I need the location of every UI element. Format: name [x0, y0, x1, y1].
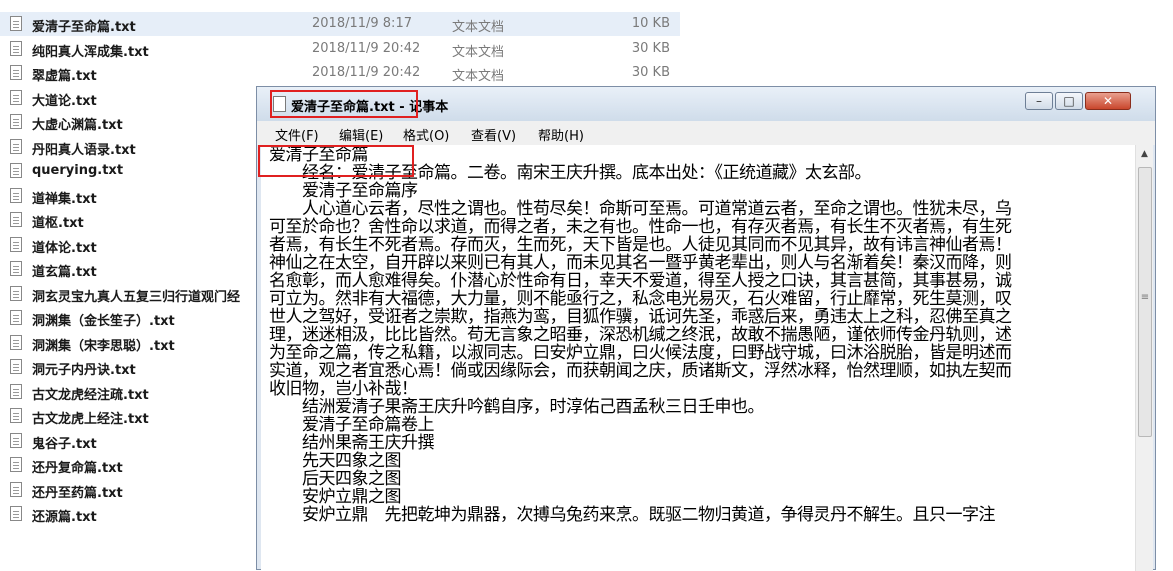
text-line: 人心道心云者，尽性之谓也。性苟尽矣！命斯可至焉。可道常道云者，至命之谓也。性犹未…: [269, 199, 1012, 219]
menu-edit[interactable]: 编辑(E): [339, 125, 383, 144]
scroll-thumb[interactable]: ≡: [1138, 167, 1152, 437]
file-row[interactable]: 翠虚篇.txt 2018/11/9 20:42 文本文档 30 KB: [0, 61, 680, 85]
text-line: 为至命之篇，传之私籍，以淑同志。曰安炉立鼎，曰火候法度，曰野战守城，曰沐浴脱胎，…: [269, 343, 1012, 363]
text-file-icon: [10, 212, 22, 227]
grip-icon: ≡: [1140, 292, 1150, 303]
text-file-icon: [10, 432, 22, 448]
file-name: 纯阳真人浑成集.txt: [32, 44, 149, 60]
file-name: 鬼谷子.txt: [32, 436, 97, 452]
scroll-up-arrow-icon[interactable]: ▲: [1136, 149, 1153, 159]
text-line: 安炉立鼎 先把乾坤为鼎器，次搏乌兔药来烹。既驱二物归黄道，争得灵丹不解生。且只一…: [269, 505, 996, 525]
file-name: 洞元子内丹诀.txt: [32, 363, 136, 378]
file-name: 洞渊集（金长笙子）.txt: [32, 314, 175, 329]
file-name: 还源篇.txt: [32, 510, 97, 525]
file-name: 道枢.txt: [32, 216, 84, 231]
text-file-icon: [10, 310, 22, 325]
file-name: 古文龙虎经注疏.txt: [32, 387, 149, 403]
text-line: 者焉，有长生不死者焉。存而灭，生而死，天下皆是也。人徒见其同而不见其异，故有讳言…: [269, 235, 1012, 255]
text-line: 名愈彰，而人愈难得矣。仆潜心於性命有日，幸天不爱道，得至人授之口诀，其言甚简，其…: [269, 271, 1012, 291]
file-name: 洞渊集（宋李思聪）.txt: [32, 338, 175, 354]
text-line: 实道，观之者宜悉心焉！倘或因缘际会，而获朝闻之庆，质诸斯文，浮然冰释，怡然理顺，…: [269, 361, 1012, 381]
file-type: 文本文档: [452, 20, 505, 35]
text-file-icon: [10, 408, 22, 423]
file-name: 道体论.txt: [32, 240, 97, 256]
text-line: 经名：爱清子至命篇。二卷。南宋王庆升撰。底本出处：《正统道藏》太玄部。: [269, 163, 872, 183]
window-title: 爱清子至命篇.txt - 记事本: [291, 100, 449, 115]
text-file-icon: [10, 163, 22, 178]
file-type: 文本文档: [452, 44, 505, 60]
text-file-icon: [10, 89, 22, 105]
file-name: 道玄篇.txt: [32, 265, 97, 280]
text-file-icon: [10, 359, 22, 374]
text-line: 结州果斋王庆升撰: [269, 433, 435, 453]
title-bar[interactable]: 爱清子至命篇.txt - 记事本 – □ ✕: [257, 87, 1155, 121]
text-file-icon: [10, 285, 22, 301]
menu-help[interactable]: 帮助(H): [538, 125, 584, 144]
text-file-icon: [10, 457, 22, 472]
menu-file[interactable]: 文件(F): [275, 125, 319, 144]
text-line: 理，迷迷相汲，比比皆然。苟无言象之昭垂，深恐机缄之终泯，故敢不揣愚陋，谨依师传金…: [269, 325, 1012, 345]
file-name: 爱清子至命篇.txt: [32, 20, 136, 35]
maximize-button[interactable]: □: [1055, 92, 1083, 110]
menu-view[interactable]: 查看(V): [471, 125, 516, 144]
text-file-icon: [10, 65, 22, 80]
file-name: querying.txt: [32, 163, 124, 178]
file-name: 丹阳真人语录.txt: [32, 142, 136, 158]
file-name: 古文龙虎上经注.txt: [32, 412, 149, 427]
file-row[interactable]: 爱清子至命篇.txt 2018/11/9 8:17 文本文档 10 KB: [0, 12, 680, 36]
text-file-icon: [10, 138, 22, 154]
minimize-button[interactable]: –: [1025, 92, 1053, 110]
file-type: 文本文档: [452, 69, 505, 84]
text-line: 安炉立鼎之图: [269, 487, 402, 507]
text-file-icon: [10, 334, 22, 350]
file-name: 大道论.txt: [32, 93, 97, 109]
text-file-icon: [10, 40, 22, 56]
text-file-icon: [10, 506, 22, 521]
text-line: 先天四象之图: [269, 451, 402, 471]
file-row[interactable]: 纯阳真人浑成集.txt 2018/11/9 20:42 文本文档 30 KB: [0, 37, 680, 61]
close-button[interactable]: ✕: [1085, 92, 1131, 110]
file-size: 30 KB: [631, 40, 670, 56]
text-line: 结洲爱清子果斋王庆升吟鹤自序，时淳佑己酉孟秋三日壬申也。: [269, 397, 765, 417]
notepad-window[interactable]: 爱清子至命篇.txt - 记事本 – □ ✕ 文件(F) 编辑(E) 格式(O)…: [256, 86, 1156, 571]
file-size: 10 KB: [631, 16, 670, 31]
file-name: 大虚心渊篇.txt: [32, 118, 123, 133]
file-name: 翠虚篇.txt: [32, 69, 97, 84]
text-line: 收旧物，岂小补哉！: [269, 379, 418, 399]
text-editor[interactable]: 爱清子至命篇 经名：爱清子至命篇。二卷。南宋王庆升撰。底本出处：《正统道藏》太玄…: [261, 145, 1135, 571]
file-name: 道禅集.txt: [32, 191, 97, 207]
menu-bar: 文件(F) 编辑(E) 格式(O) 查看(V) 帮助(H): [257, 121, 1155, 145]
file-name: 还丹至药篇.txt: [32, 485, 123, 501]
text-line: 后天四象之图: [269, 469, 402, 489]
text-line: 可至於命也？舍性命以求道，而得之者，未之有也。性命一也，有存灭者焉，有长生不灭者…: [269, 217, 1012, 237]
text-file-icon: [10, 261, 22, 276]
text-file-icon: [10, 114, 22, 129]
text-file-icon: [10, 383, 22, 399]
notepad-icon: [273, 96, 286, 112]
text-file-icon: [10, 187, 22, 203]
menu-format[interactable]: 格式(O): [403, 125, 449, 144]
text-line: 世人之驾好，受诳者之崇欺，指燕为鸾，目狐作骥，诋诃先圣，乖惑后来，勇违太上之科，…: [269, 307, 1012, 327]
file-date: 2018/11/9 8:17: [312, 16, 412, 31]
text-file-icon: [10, 481, 22, 497]
file-date: 2018/11/9 20:42: [312, 40, 421, 56]
text-line: 神仙之在太空，自开辟以来则已有其人，而未见其名一暨乎黄老辈出，则人与名渐着矣！秦…: [269, 253, 1012, 273]
vertical-scrollbar[interactable]: ▲ ≡: [1135, 145, 1153, 571]
file-date: 2018/11/9 20:42: [312, 65, 421, 80]
file-name: 还丹复命篇.txt: [32, 461, 123, 476]
text-file-icon: [10, 16, 22, 31]
text-line: 可立为。然非有大福德，大力量，则不能亟行之，私念电光易灭，石火难留，行止靡常，死…: [269, 289, 1012, 309]
text-file-icon: [10, 236, 22, 252]
text-line: 爱清子至命篇卷上: [269, 415, 435, 435]
file-size: 30 KB: [631, 65, 670, 80]
text-line: 爱清子至命篇: [269, 145, 369, 165]
file-name: 洞玄灵宝九真人五复三归行道观门经: [32, 289, 241, 305]
text-line: 爱清子至命篇序: [269, 181, 418, 201]
